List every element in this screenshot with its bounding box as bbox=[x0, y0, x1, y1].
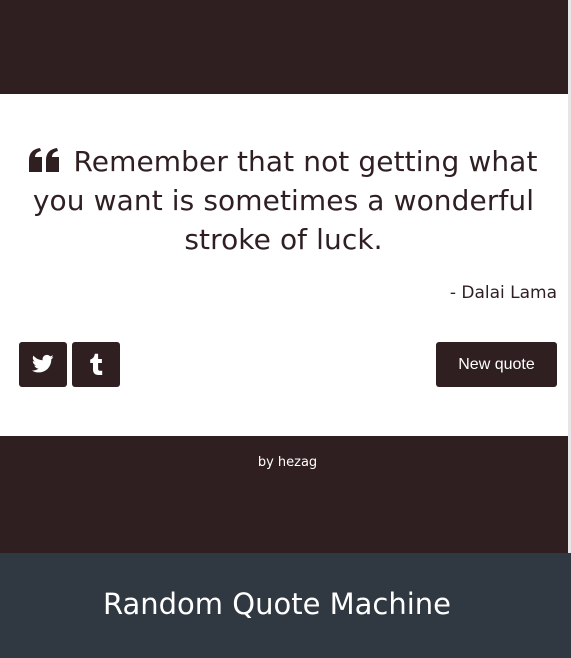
new-quote-button[interactable]: New quote bbox=[436, 342, 557, 387]
quote-text: Remember that not getting what you want … bbox=[32, 145, 538, 256]
byline: by hezag bbox=[0, 455, 571, 470]
quote-box: Remember that not getting what you want … bbox=[0, 94, 568, 436]
footer-title: Random Quote Machine bbox=[102, 587, 452, 621]
byline-prefix: by bbox=[257, 455, 274, 470]
footer: Random Quote Machine bbox=[0, 553, 571, 658]
twitter-icon bbox=[32, 354, 54, 373]
quote-left-icon bbox=[29, 148, 61, 172]
quote-author: - Dalai Lama bbox=[449, 283, 557, 303]
quote-text-block: Remember that not getting what you want … bbox=[26, 142, 541, 259]
tumblr-quote-button[interactable] bbox=[72, 342, 120, 387]
author-link[interactable]: hezag bbox=[278, 455, 317, 470]
quote-machine-app: Remember that not getting what you want … bbox=[0, 0, 568, 553]
tweet-quote-button[interactable] bbox=[19, 342, 67, 387]
tumblr-icon bbox=[90, 353, 103, 375]
